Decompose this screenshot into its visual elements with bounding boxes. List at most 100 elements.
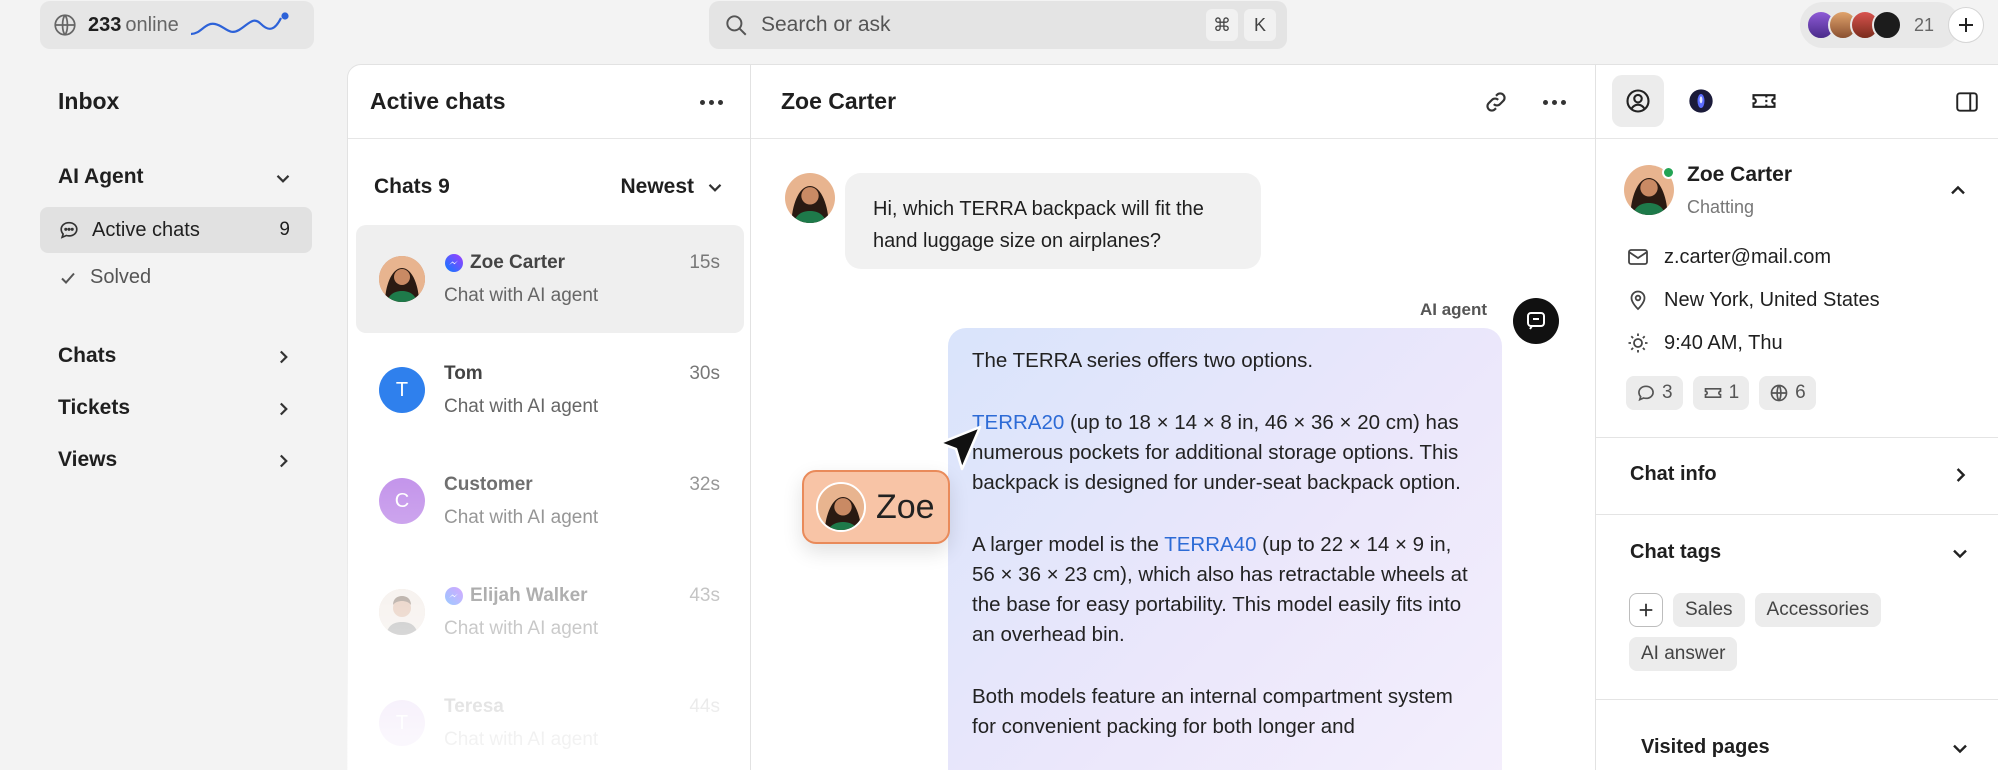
- chat-tags-list: Sales Accessories AI answer: [1629, 593, 1949, 671]
- chat-subtitle: Chat with AI agent: [444, 507, 599, 528]
- ai-copilot-icon: [1687, 87, 1715, 115]
- customer-email-row: z.carter@mail.com: [1626, 245, 1831, 269]
- chat-list-toolbar: Chats 9 Newest: [374, 175, 726, 199]
- chat-tag[interactable]: AI answer: [1629, 637, 1738, 671]
- customer-location: New York, United States: [1664, 288, 1880, 311]
- customer-avatar: [785, 173, 835, 223]
- nav-tickets[interactable]: Tickets: [58, 396, 130, 420]
- more-options-icon[interactable]: [1543, 100, 1566, 105]
- plus-icon: [1956, 15, 1976, 35]
- more-options-icon[interactable]: [700, 100, 723, 105]
- visits-count-chip[interactable]: 6: [1759, 376, 1816, 410]
- chat-tag[interactable]: Sales: [1673, 593, 1745, 627]
- plus-icon: [1637, 601, 1655, 619]
- team-avatars[interactable]: 21: [1800, 2, 1960, 48]
- chat-time: 43s: [689, 585, 720, 606]
- nav-item-solved[interactable]: Solved: [58, 266, 151, 289]
- ai-message-paragraph: TERRA20 (up to 18 × 14 × 8 in, 46 × 36 ×…: [972, 408, 1478, 498]
- chevron-down-icon[interactable]: [1948, 736, 1972, 760]
- chat-tag[interactable]: Accessories: [1754, 593, 1881, 627]
- chat-contact-name: Tom: [444, 363, 483, 384]
- activity-sparkline-icon: [189, 10, 289, 40]
- avatar: [816, 482, 866, 532]
- chevron-down-icon[interactable]: [1948, 541, 1972, 565]
- ai-message: The TERRA series offers two options. TER…: [948, 328, 1502, 770]
- avatar: T: [379, 367, 425, 413]
- customer-time-row: 9:40 AM, Thu: [1626, 331, 1783, 355]
- chat-list-item[interactable]: Zoe Carter 15s Chat with AI agent: [356, 225, 744, 333]
- cursor-name-tag: Zoe: [802, 470, 950, 544]
- chat-contact-name-text: Elijah Walker: [470, 585, 588, 606]
- customer-email[interactable]: z.carter@mail.com: [1664, 246, 1831, 269]
- tab-tickets[interactable]: [1738, 75, 1790, 127]
- chevron-up-icon[interactable]: [1946, 179, 1970, 203]
- product-link-terra40[interactable]: TERRA40: [1164, 533, 1256, 556]
- chat-time: 15s: [689, 252, 720, 273]
- cursor-name: Zoe: [876, 487, 935, 526]
- chat-subtitle: Chat with AI agent: [444, 618, 599, 639]
- inbox-title: Inbox: [58, 88, 120, 114]
- chat-list-title: Active chats: [370, 88, 506, 114]
- avatar: C: [379, 478, 425, 524]
- chat-subtitle: Chat with AI agent: [444, 285, 599, 306]
- chat-contact-name: Elijah Walker: [444, 585, 588, 607]
- add-button[interactable]: [1948, 7, 1984, 43]
- check-icon: [58, 268, 78, 288]
- conversation-title: Zoe Carter: [781, 88, 897, 114]
- shortcut-cmd-key: ⌘: [1206, 9, 1238, 41]
- section-chat-info[interactable]: Chat info: [1630, 463, 1717, 486]
- location-pin-icon: [1626, 288, 1650, 312]
- globe-icon: [52, 12, 78, 38]
- section-visited-pages[interactable]: Visited pages: [1641, 736, 1770, 759]
- chat-list-item[interactable]: C Customer 32s Chat with AI agent: [356, 447, 744, 555]
- chat-contact-name: Zoe Carter: [444, 252, 565, 274]
- link-icon[interactable]: [1483, 89, 1509, 115]
- ticket-icon: [1703, 383, 1723, 403]
- ai-message-paragraph: Both models feature an internal compartm…: [972, 685, 1453, 738]
- chats-count: 3: [1662, 382, 1673, 403]
- chat-list-item[interactable]: T Teresa 44s Chat with AI agent: [356, 669, 744, 770]
- conversation-header: Zoe Carter: [751, 65, 1595, 139]
- online-status-pill[interactable]: 233 online: [40, 1, 314, 49]
- sort-dropdown[interactable]: Newest: [620, 175, 726, 199]
- online-status-dot: [1662, 166, 1675, 179]
- chat-contact-name: Teresa: [444, 696, 504, 717]
- search-input[interactable]: Search or ask ⌘ K: [709, 1, 1287, 49]
- tab-customer[interactable]: [1612, 75, 1664, 127]
- customer-name: Zoe Carter: [1687, 163, 1793, 186]
- ai-agent-icon: [1513, 298, 1559, 344]
- chat-contact-name: Customer: [444, 474, 533, 495]
- nav-ai-agent[interactable]: AI Agent: [58, 165, 144, 189]
- visits-count: 6: [1795, 382, 1806, 403]
- chevron-right-icon[interactable]: [1948, 463, 1972, 487]
- section-chat-tags[interactable]: Chat tags: [1630, 541, 1721, 564]
- nav-views[interactable]: Views: [58, 448, 117, 472]
- customer-stats: 3 1 6: [1626, 376, 1816, 410]
- tickets-count-chip[interactable]: 1: [1692, 376, 1750, 410]
- chevron-right-icon[interactable]: [272, 450, 294, 472]
- chat-list-item[interactable]: Elijah Walker 43s Chat with AI agent: [356, 558, 744, 666]
- ai-message-paragraph: A larger model is the TERRA40 (up to 22 …: [972, 530, 1478, 650]
- tab-ai-copilot[interactable]: [1675, 75, 1727, 127]
- chevron-down-icon: [704, 176, 726, 198]
- chat-list-header: Active chats: [348, 65, 750, 139]
- nav-item-active-chats[interactable]: Active chats 9: [40, 207, 312, 253]
- chat-list-item[interactable]: T Tom 30s Chat with AI agent: [356, 336, 744, 444]
- chevron-down-icon[interactable]: [272, 167, 294, 189]
- chat-list-panel: Active chats Chats 9 Newest Zoe Carter 1…: [347, 64, 751, 770]
- ai-agent-label: AI agent: [1420, 300, 1488, 319]
- add-tag-button[interactable]: [1629, 593, 1663, 627]
- panel-toggle-icon[interactable]: [1954, 89, 1980, 115]
- search-placeholder: Search or ask: [761, 13, 891, 36]
- ai-message-text: A larger model is the: [972, 533, 1165, 556]
- nav-chats[interactable]: Chats: [58, 344, 116, 368]
- ai-avatar: [1872, 10, 1902, 40]
- chevron-right-icon[interactable]: [272, 346, 294, 368]
- avatar: [379, 589, 425, 635]
- chats-count-chip[interactable]: 3: [1626, 376, 1683, 410]
- cursor-arrow-icon: [936, 423, 986, 473]
- details-panel: Zoe Carter Chatting z.carter@mail.com Ne…: [1595, 64, 1998, 770]
- chat-contact-name-text: Zoe Carter: [470, 252, 566, 273]
- customer-message: Hi, which TERRA backpack will fit the ha…: [845, 173, 1261, 269]
- chevron-right-icon[interactable]: [272, 398, 294, 420]
